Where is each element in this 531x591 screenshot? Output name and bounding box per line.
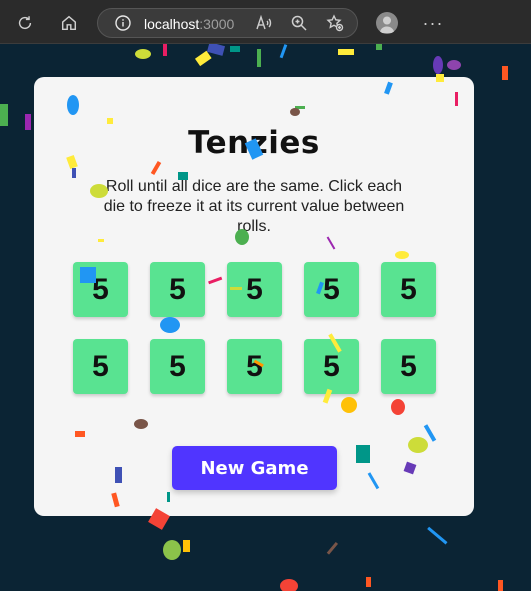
info-icon[interactable] bbox=[115, 15, 131, 31]
die-6[interactable]: 5 bbox=[73, 339, 128, 394]
read-aloud-icon[interactable] bbox=[255, 14, 273, 32]
home-icon bbox=[61, 15, 77, 31]
die-1[interactable]: 5 bbox=[73, 262, 128, 317]
die-3[interactable]: 5 bbox=[227, 262, 282, 317]
url-host: localhost bbox=[144, 16, 200, 32]
more-menu-button[interactable]: ··· bbox=[420, 10, 446, 36]
new-game-button[interactable]: New Game bbox=[172, 446, 337, 490]
refresh-button[interactable] bbox=[11, 9, 39, 37]
die-8[interactable]: 5 bbox=[227, 339, 282, 394]
die-4[interactable]: 5 bbox=[304, 262, 359, 317]
zoom-icon[interactable] bbox=[290, 14, 308, 32]
profile-avatar[interactable] bbox=[376, 12, 398, 34]
die-9[interactable]: 5 bbox=[304, 339, 359, 394]
home-button[interactable] bbox=[55, 9, 83, 37]
die-7[interactable]: 5 bbox=[150, 339, 205, 394]
instructions-text: Roll until all dice are the same. Click … bbox=[103, 178, 405, 235]
die-5[interactable]: 5 bbox=[381, 262, 436, 317]
add-favorite-icon[interactable] bbox=[326, 14, 344, 32]
die-10[interactable]: 5 bbox=[381, 339, 436, 394]
page-title: Tenzies bbox=[188, 125, 320, 161]
url-port: :3000 bbox=[199, 16, 235, 32]
game-card: Tenzies Roll until all dice are the same… bbox=[34, 77, 474, 516]
user-icon bbox=[379, 16, 395, 33]
dice-grid: 5 5 5 5 5 5 5 5 5 5 bbox=[73, 262, 436, 394]
address-bar[interactable]: localhost:3000 bbox=[97, 8, 358, 38]
refresh-icon bbox=[18, 16, 32, 30]
page-viewport: Tenzies Roll until all dice are the same… bbox=[0, 44, 531, 591]
die-2[interactable]: 5 bbox=[150, 262, 205, 317]
browser-toolbar: localhost:3000 ··· bbox=[0, 0, 531, 44]
url-text[interactable]: localhost:3000 bbox=[144, 16, 234, 32]
